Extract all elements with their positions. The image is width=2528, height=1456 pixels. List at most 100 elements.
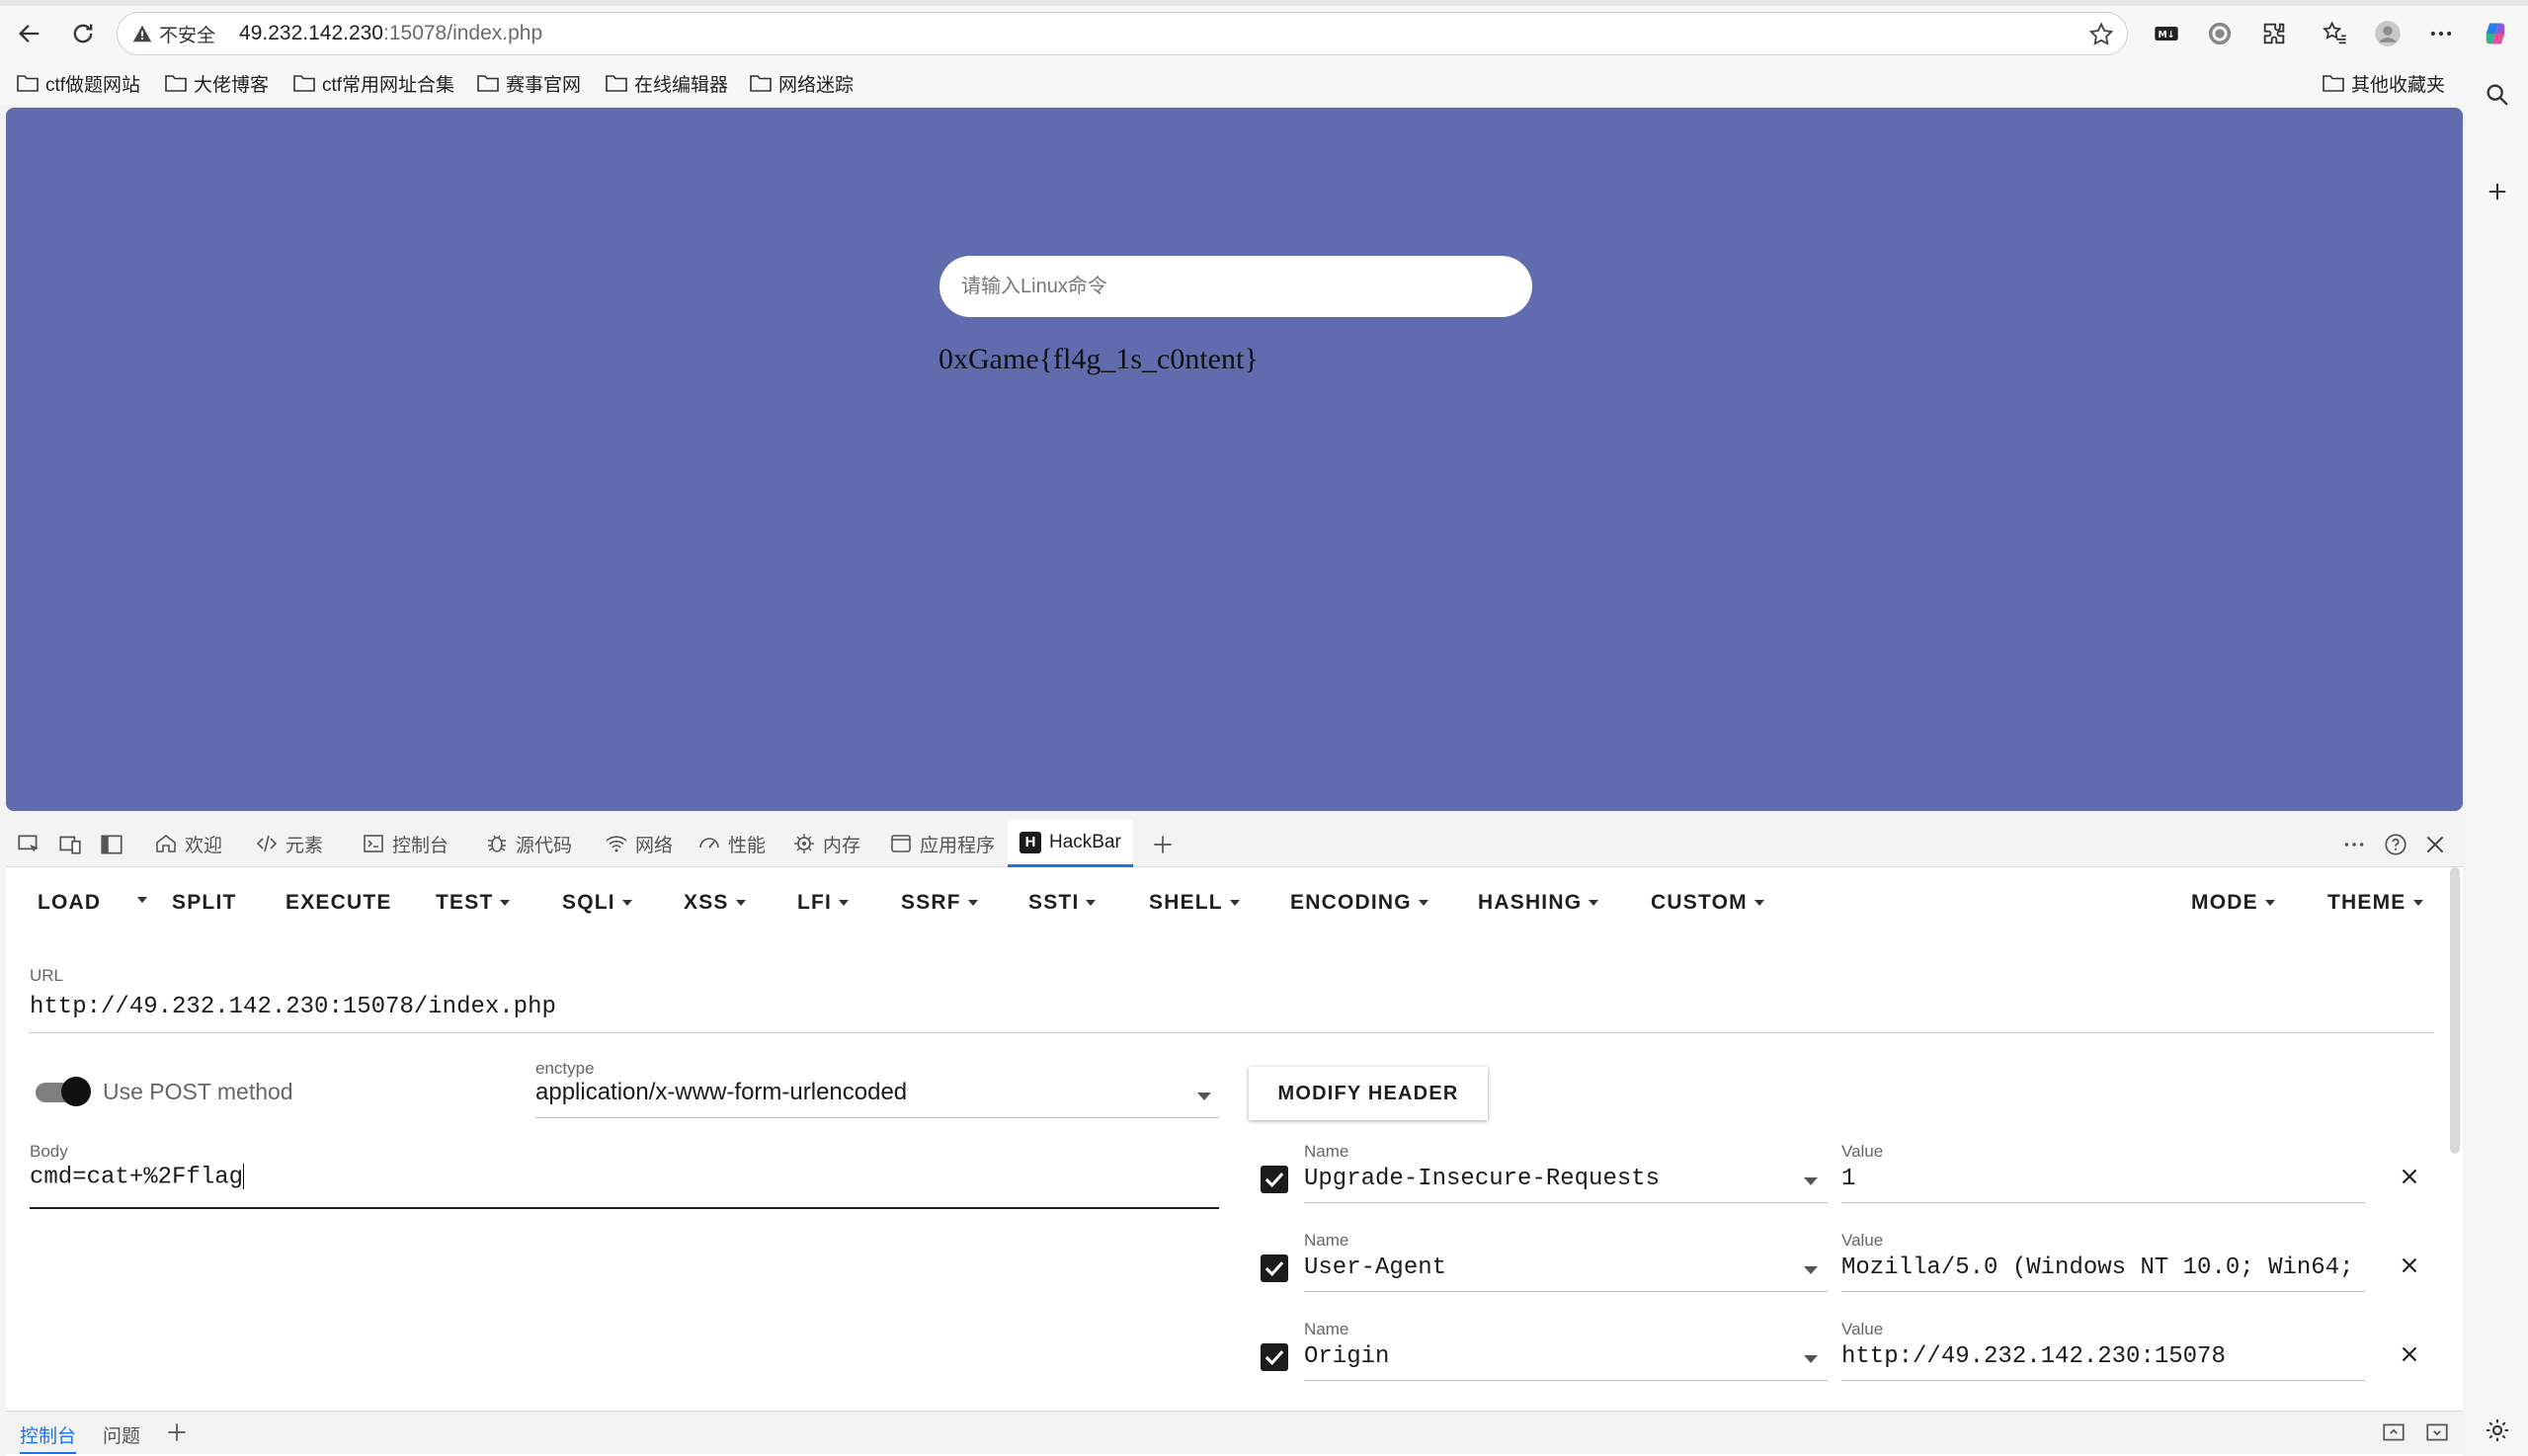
post-method-toggle[interactable]	[34, 1077, 91, 1106]
header-enabled-checkbox[interactable]	[1261, 1166, 1288, 1193]
star-icon[interactable]	[2087, 21, 2115, 48]
folder-icon	[750, 75, 772, 92]
enctype-select[interactable]: application/x-www-form-urlencoded	[535, 1079, 1219, 1118]
custom-menu[interactable]: CUSTOM	[1651, 891, 1764, 915]
test-menu[interactable]: TEST	[436, 891, 511, 915]
dock-bottom-icon[interactable]	[2424, 1419, 2450, 1445]
xss-label: XSS	[684, 891, 729, 914]
chevron-down-icon	[1804, 1177, 1818, 1185]
favorites-button[interactable]	[2320, 19, 2349, 48]
execute-button[interactable]: EXECUTE	[285, 891, 392, 915]
header-enabled-checkbox[interactable]	[1261, 1254, 1288, 1282]
body-textarea[interactable]: cmd=cat+%2Fflag	[30, 1164, 1219, 1209]
bookmark-folder[interactable]: ctf常用网址合集	[292, 69, 454, 97]
tab-memory[interactable]: 内存	[792, 820, 860, 867]
test-label: TEST	[436, 891, 494, 914]
drawer-tab-issues[interactable]: 问题	[103, 1421, 140, 1448]
bookmark-folder[interactable]: 赛事官网	[476, 69, 581, 97]
tab-console[interactable]: 控制台	[362, 820, 449, 867]
theme-menu[interactable]: THEME	[2327, 891, 2423, 915]
ssti-menu[interactable]: SSTI	[1028, 891, 1097, 915]
tab-application[interactable]: 应用程序	[889, 820, 995, 867]
gear-icon[interactable]	[2484, 1416, 2511, 1444]
bookmark-label: 在线编辑器	[634, 74, 729, 96]
xss-menu[interactable]: XSS	[684, 891, 746, 915]
chevron-down-icon	[1589, 900, 1599, 906]
command-input[interactable]	[939, 256, 1532, 317]
shell-menu[interactable]: SHELL	[1149, 891, 1240, 915]
encoding-menu[interactable]: ENCODING	[1290, 891, 1428, 915]
copilot-button[interactable]	[2481, 19, 2510, 48]
extensions-button[interactable]	[2259, 19, 2289, 48]
execute-label: EXECUTE	[285, 891, 392, 914]
bookmark-folder[interactable]: 在线编辑器	[605, 69, 728, 97]
close-icon[interactable]	[2422, 832, 2448, 857]
ssrf-menu[interactable]: SSRF	[901, 891, 978, 915]
devtools-scrollbar[interactable]	[2450, 867, 2460, 1154]
url-textarea[interactable]: http://49.232.142.230:15078/index.php	[30, 994, 2434, 1033]
folder-icon	[477, 75, 499, 92]
back-button[interactable]	[10, 16, 49, 51]
header-name-field[interactable]: User-Agent	[1304, 1254, 1828, 1292]
more-horizontal-icon[interactable]	[2341, 832, 2367, 857]
tab-label: 元素	[285, 835, 324, 856]
header-name-field[interactable]: Upgrade-Insecure-Requests	[1304, 1166, 1828, 1203]
devtools-tabbar: 欢迎 元素 控制台 源代码 网络 性能 内存 应用程序 H HackBar	[6, 820, 2463, 867]
window-icon	[891, 835, 911, 852]
chevron-down-icon	[1804, 1266, 1818, 1274]
load-button[interactable]: LOAD	[38, 891, 101, 915]
tab-performance[interactable]: 性能	[697, 820, 766, 867]
lfi-menu[interactable]: LFI	[797, 891, 850, 915]
tab-hackbar[interactable]: H HackBar	[1008, 820, 1133, 867]
load-dropdown-button[interactable]	[130, 897, 147, 903]
bookmark-folder[interactable]: ctf做题网站	[16, 69, 140, 97]
bookmark-folder[interactable]: 网络迷踪	[749, 69, 854, 97]
markdown-extension-button[interactable]: M↓	[2152, 19, 2181, 48]
close-icon[interactable]	[2397, 1341, 2422, 1367]
header-name-field[interactable]: Origin	[1304, 1343, 1828, 1381]
add-tab-icon[interactable]	[1150, 832, 1176, 857]
check-icon	[1264, 1350, 1284, 1366]
search-icon[interactable]	[2484, 81, 2511, 109]
device-emulation-icon[interactable]	[57, 832, 83, 857]
more-horizontal-icon	[2430, 31, 2452, 37]
help-icon[interactable]	[2383, 832, 2408, 857]
bookmark-folder[interactable]: 大佬博客	[164, 69, 269, 97]
other-bookmarks-folder[interactable]: 其他收藏夹	[2322, 69, 2445, 97]
sqli-menu[interactable]: SQLI	[562, 891, 632, 915]
plus-icon[interactable]	[2484, 178, 2511, 205]
record-extension-button[interactable]	[2205, 19, 2235, 48]
inspect-element-icon[interactable]	[16, 832, 41, 857]
close-icon[interactable]	[2397, 1164, 2422, 1189]
hashing-menu[interactable]: HASHING	[1478, 891, 1599, 915]
lfi-label: LFI	[797, 891, 833, 914]
split-label: SPLIT	[172, 891, 237, 914]
settings-more-button[interactable]	[2426, 19, 2456, 48]
address-bar[interactable]: 不安全 49.232.142.230:15078/index.php	[117, 12, 2128, 55]
tab-elements[interactable]: 元素	[255, 820, 323, 867]
mode-menu[interactable]: MODE	[2191, 891, 2275, 915]
reload-button[interactable]	[63, 16, 103, 51]
tab-sources[interactable]: 源代码	[485, 820, 572, 867]
tab-welcome[interactable]: 欢迎	[154, 820, 222, 867]
modify-header-button[interactable]: MODIFY HEADER	[1249, 1067, 1488, 1120]
split-button[interactable]: SPLIT	[172, 891, 237, 915]
header-enabled-checkbox[interactable]	[1261, 1343, 1288, 1371]
insecure-label[interactable]: 不安全	[159, 21, 215, 47]
header-value-field[interactable]: Mozilla/5.0 (Windows NT 10.0; Win64;	[1841, 1254, 2365, 1292]
body-value: cmd=cat+%2Fflag	[30, 1164, 244, 1191]
close-icon[interactable]	[2397, 1253, 2422, 1278]
drawer-tab-console[interactable]: 控制台	[20, 1421, 77, 1454]
chevron-down-icon	[967, 900, 978, 906]
header-value-field[interactable]: 1	[1841, 1166, 2365, 1203]
tab-label: HackBar	[1049, 831, 1121, 852]
circle-icon	[2208, 22, 2232, 45]
bookmark-label: ctf常用网址合集	[322, 74, 455, 96]
header-value-field[interactable]: http://49.232.142.230:15078	[1841, 1343, 2365, 1381]
tab-label: 性能	[728, 835, 767, 856]
plus-icon[interactable]	[164, 1419, 190, 1445]
undock-icon[interactable]	[2381, 1419, 2406, 1445]
dock-side-icon[interactable]	[99, 832, 124, 857]
profile-button[interactable]	[2373, 19, 2403, 48]
tab-network[interactable]: 网络	[605, 820, 673, 867]
